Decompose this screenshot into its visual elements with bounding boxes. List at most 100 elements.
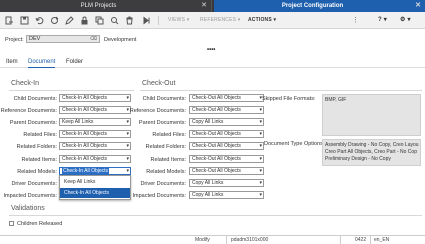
checkin-select-value: Check-In All Objects — [62, 143, 108, 150]
next-icon[interactable] — [142, 16, 151, 25]
dropdown-option-selected[interactable]: Check-In All Objects — [60, 188, 130, 198]
chevron-down-icon: ▾ — [259, 119, 262, 126]
status-bar: Modify pdadm3101x000 0422 en_EN — [0, 235, 425, 244]
edit-icon[interactable] — [65, 16, 74, 25]
checkin-row-label: Related Models: — [17, 168, 57, 175]
checkout-select[interactable]: Check-Out All Objects ▾ — [189, 106, 264, 115]
checkout-row-label: Related Items: — [150, 156, 186, 163]
tab-item[interactable]: Item — [6, 59, 18, 65]
doc-type-option: Preliminary Design - No Copy — [325, 156, 391, 162]
chevron-down-icon: ▾ — [126, 131, 129, 138]
refresh-icon[interactable] — [50, 16, 59, 25]
chevron-down-icon: ▾ — [259, 191, 262, 198]
checkout-select[interactable]: Check-Out All Objects ▾ — [189, 94, 264, 102]
checkout-row-label: Child Documents: — [142, 96, 186, 102]
delete-icon[interactable] — [125, 16, 134, 25]
checkout-select[interactable]: Check-Out All Objects ▾ — [189, 130, 264, 139]
related-models-dropdown-list: Keep All Links Check-In All Objects — [59, 175, 131, 200]
checkin-heading: Check-In — [11, 80, 40, 87]
checkout-select[interactable]: Copy All Links ▾ — [189, 118, 264, 127]
chevron-down-icon: ▾ — [126, 107, 129, 114]
dropdown-option[interactable]: Keep All Links — [60, 177, 130, 187]
checkin-row-label: Child Documents: — [13, 96, 57, 102]
tab-plm-projects[interactable]: PLM Projects ✕ — [0, 0, 212, 12]
save-icon[interactable] — [20, 16, 29, 25]
checkout-row-label: Driver Documents: — [140, 180, 186, 187]
lock-icon[interactable] — [80, 16, 89, 25]
skipped-formats-label: Skipped File Formats: — [262, 96, 316, 102]
skipped-formats-field[interactable]: BMP, GIF — [322, 94, 421, 136]
tab-project-configuration[interactable]: Project Configuration ✕ — [214, 0, 425, 12]
checkin-select[interactable]: Check-In All Objects ▾ — [59, 130, 131, 139]
doc-type-options-field[interactable]: Assembly Drawing - No Copy, Creo Layou C… — [322, 139, 421, 166]
checkout-select[interactable]: Check-Out All Objects ▾ — [189, 154, 264, 163]
checkin-row-label: Reference Documents: — [0, 108, 57, 115]
actions-menu[interactable]: ACTIONS ▾ — [248, 17, 276, 23]
undo-icon[interactable] — [35, 16, 44, 25]
checkout-select-value: Copy All Links — [192, 191, 224, 198]
children-released-label: Children Released — [17, 221, 63, 227]
checkout-row-label: Related Models: — [146, 168, 186, 175]
checkout-select-value: Check-Out All Objects — [192, 131, 241, 138]
project-field[interactable]: DEV ⌫ — [26, 35, 100, 43]
checkin-row-label: Related Files: — [23, 132, 57, 139]
checkout-select[interactable]: Check-Out All Objects ▾ — [189, 142, 264, 151]
checkout-select-value: Check-Out All Objects — [192, 95, 241, 101]
chevron-down-icon: ▾ — [259, 131, 262, 138]
checkout-select-value: Check-Out All Objects — [192, 155, 241, 162]
project-name: Development — [104, 37, 137, 43]
tab-label: PLM Projects — [80, 3, 117, 9]
checkin-select-value: Keep All Links — [62, 119, 94, 126]
checkin-select-value: Check-In All Objects — [62, 95, 108, 101]
new-icon[interactable] — [5, 16, 14, 25]
checkout-select[interactable]: Check-Out All Objects ▾ — [189, 166, 264, 175]
checkin-divider — [9, 90, 134, 91]
checkout-row-label: Parent Documents: — [138, 120, 186, 127]
search-icon[interactable] — [110, 16, 119, 25]
window-tab-bar: PLM Projects ✕ Project Configuration ✕ — [0, 0, 425, 12]
checkout-select-value: Check-Out All Objects — [192, 143, 241, 150]
chevron-down-icon: ▾ — [259, 155, 262, 162]
tab-label: Project Configuration — [281, 3, 344, 9]
references-menu[interactable]: REFERENCES ▾ — [200, 17, 240, 23]
checkout-select-value: Check-Out All Objects — [192, 167, 241, 174]
checkout-row-label: Related Folders: — [145, 144, 186, 151]
doc-type-options-label: Document Type Options: — [264, 141, 325, 147]
status-user: pdadm3101x000 — [231, 237, 269, 243]
tab-document[interactable]: Document — [28, 59, 56, 68]
checkin-select-value: Check-In All Objects — [62, 107, 108, 114]
checkout-select[interactable]: Copy All Links ▾ — [189, 178, 264, 187]
chevron-down-icon: ▾ — [126, 167, 129, 174]
clear-icon[interactable]: ⌫ — [90, 36, 97, 42]
checkin-select[interactable]: Keep All Links ▾ — [59, 118, 131, 127]
checkin-select-value: Check-In All Objects — [62, 155, 108, 162]
checkout-select-value: Copy All Links — [192, 179, 224, 186]
settings-menu[interactable]: ⚙ ▾ — [400, 16, 411, 23]
chevron-down-icon: ▾ — [126, 143, 129, 150]
more-options-icon[interactable]: ⋮ — [351, 16, 360, 25]
close-icon[interactable]: ✕ — [415, 0, 421, 12]
chevron-down-icon: ▾ — [126, 155, 129, 162]
checkin-select[interactable]: Check-In All Objects ▾ — [59, 166, 131, 175]
sub-tab-bar: Item Document Folder — [0, 57, 425, 68]
validations-divider — [9, 215, 422, 216]
tab-folder[interactable]: Folder — [66, 59, 83, 65]
status-code: 0422 — [355, 237, 367, 243]
checkout-select[interactable]: Copy All Links ▾ — [189, 190, 264, 199]
project-label: Project: — [5, 37, 24, 43]
skipped-formats-value: BMP, GIF — [325, 97, 347, 103]
checkin-select[interactable]: Check-In All Objects ▾ — [59, 94, 131, 102]
chevron-down-icon: ▾ — [259, 107, 262, 114]
splitter-handle[interactable]: •••• — [207, 47, 215, 53]
checkout-divider — [140, 90, 422, 91]
checkin-row-label: Impacted Documents: — [3, 192, 58, 199]
checkin-select[interactable]: Check-In All Objects ▾ — [59, 154, 131, 163]
checkin-select[interactable]: Check-In All Objects ▾ — [59, 142, 131, 151]
help-menu[interactable]: ? ▾ — [378, 16, 387, 23]
children-released-checkbox[interactable] — [9, 221, 14, 226]
checkin-row-label: Parent Documents: — [9, 120, 57, 127]
checkin-select[interactable]: Check-In All Objects ▾ — [59, 106, 131, 115]
close-icon[interactable]: ✕ — [201, 0, 207, 12]
views-menu[interactable]: VIEWS ▾ — [168, 17, 189, 23]
copy-icon[interactable] — [95, 16, 104, 25]
